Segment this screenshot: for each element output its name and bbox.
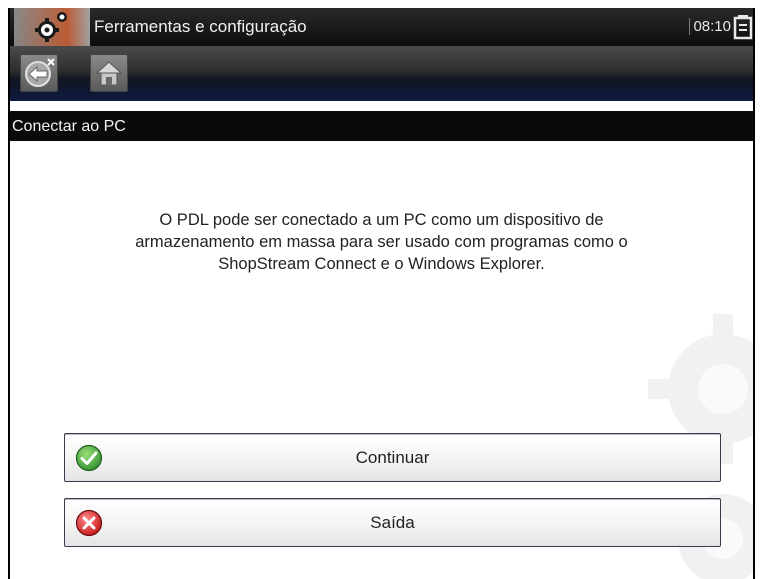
home-button[interactable]: [90, 54, 128, 92]
content-area: O PDL pode ser conectado a um PC como um…: [10, 141, 753, 579]
clock: 08:10: [689, 18, 731, 35]
back-button[interactable]: [20, 54, 58, 92]
back-icon: [25, 58, 55, 87]
continue-label: Continuar: [355, 448, 430, 467]
title-bar: Ferramentas e configuração 08:10: [10, 8, 753, 46]
app-window: Ferramentas e configuração 08:10 Conecta…: [8, 8, 755, 579]
window-title: Ferramentas e configuração: [94, 17, 307, 36]
home-icon: [95, 61, 123, 86]
battery-icon: [733, 15, 753, 40]
message-line: ShopStream Connect e o Windows Explorer.: [218, 255, 545, 273]
info-message: O PDL pode ser conectado a um PC como um…: [50, 209, 713, 275]
exit-button[interactable]: Saída: [64, 498, 721, 547]
gear-icon: [14, 8, 90, 46]
message-line: O PDL pode ser conectado a um PC como um…: [159, 211, 604, 229]
continue-button[interactable]: Continuar: [64, 433, 721, 482]
toolbar: [10, 46, 753, 101]
message-line: armazenamento em massa para ser usado co…: [135, 233, 628, 251]
breadcrumb: Conectar ao PC: [10, 111, 753, 141]
page-title: Conectar ao PC: [12, 118, 126, 135]
exit-label: Saída: [370, 513, 415, 532]
